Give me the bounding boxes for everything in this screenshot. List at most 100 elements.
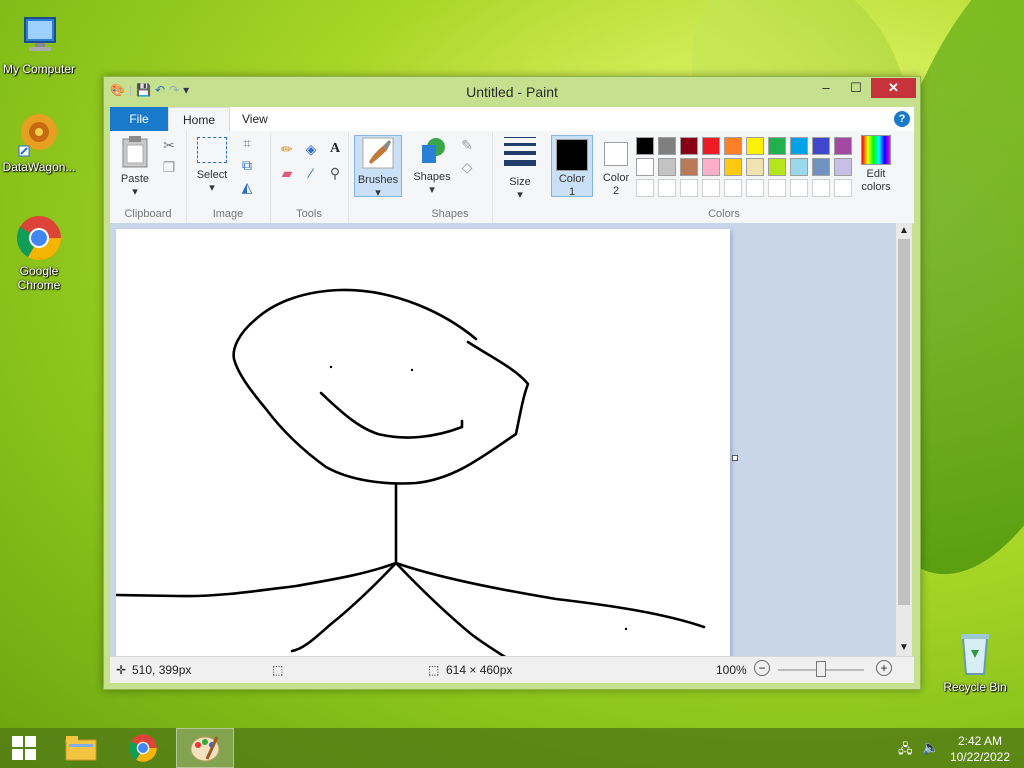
cut-icon[interactable]: ✂ bbox=[160, 137, 178, 153]
maximize-button[interactable]: ☐ bbox=[842, 78, 870, 98]
windows-logo-icon bbox=[12, 736, 36, 760]
color-swatch[interactable] bbox=[702, 137, 720, 155]
canvas-resize-handle[interactable] bbox=[732, 455, 738, 461]
close-button[interactable]: ✕ bbox=[871, 78, 916, 98]
zoom-out-icon[interactable]: − bbox=[754, 660, 770, 676]
color-swatch[interactable] bbox=[746, 179, 764, 197]
clock-time: 2:42 AM bbox=[957, 734, 1002, 748]
help-icon[interactable]: ? bbox=[894, 111, 910, 127]
folder-icon bbox=[65, 736, 97, 761]
color-swatch[interactable] bbox=[790, 158, 808, 176]
brushes-button[interactable]: Brushes ▾ bbox=[354, 135, 402, 199]
crop-icon[interactable]: ⌗ bbox=[238, 135, 256, 151]
drawing-canvas[interactable] bbox=[116, 229, 730, 656]
desktop-icon-my-computer[interactable]: My Computer bbox=[1, 12, 77, 76]
zoom-in-icon[interactable]: + bbox=[876, 660, 892, 676]
text-icon[interactable]: A bbox=[326, 141, 344, 157]
resize-icon[interactable]: ⧉ bbox=[238, 157, 256, 173]
tab-view[interactable]: View bbox=[228, 107, 282, 131]
color1-button[interactable]: Color 1 bbox=[551, 135, 593, 198]
fill-icon[interactable]: ◈ bbox=[302, 141, 320, 157]
clock-date: 10/22/2022 bbox=[949, 750, 1010, 764]
stick-figure-drawing bbox=[116, 288, 706, 656]
system-clock[interactable]: 2:42 AM 10/22/2022 bbox=[950, 733, 1010, 765]
chrome-icon bbox=[129, 734, 157, 762]
zoom-slider-thumb[interactable] bbox=[816, 661, 826, 677]
eraser-icon[interactable]: ▰ bbox=[278, 165, 296, 181]
magnifier-icon[interactable]: ⚲ bbox=[326, 165, 344, 181]
color-swatch[interactable] bbox=[724, 137, 742, 155]
tab-home[interactable]: Home bbox=[168, 107, 231, 132]
chrome-icon bbox=[15, 214, 63, 262]
color-swatch[interactable] bbox=[812, 137, 830, 155]
desktop-icon-google-chrome[interactable]: Google Chrome bbox=[1, 214, 77, 292]
color-swatch[interactable] bbox=[768, 158, 786, 176]
scroll-down-icon[interactable]: ▼ bbox=[896, 640, 912, 656]
color-swatch[interactable] bbox=[746, 137, 764, 155]
network-icon[interactable]: 🖧 bbox=[898, 740, 913, 762]
ribbon: Paste ▾ ✂ ❐ Clipboard Select ▾ ⌗ ⧉ ◭ Ima… bbox=[110, 131, 914, 224]
brush-icon bbox=[362, 137, 394, 169]
taskbar-paint[interactable] bbox=[176, 728, 234, 768]
color-swatch[interactable] bbox=[768, 179, 786, 197]
color2-label: Color 2 bbox=[602, 172, 630, 197]
desktop-icon-datawagon[interactable]: DataWagon... bbox=[1, 110, 77, 174]
scroll-up-icon[interactable]: ▲ bbox=[896, 223, 912, 239]
group-colors: Color 1 Color 2 Edit colors Colors bbox=[548, 131, 900, 223]
title-bar[interactable]: 🎨 | 💾 ↶ ↷ ▾ Untitled - Paint – ☐ ✕ bbox=[104, 77, 920, 107]
taskbar-file-explorer[interactable] bbox=[52, 728, 110, 768]
desktop-icon-recycle-bin[interactable]: Recycle Bin bbox=[937, 630, 1013, 694]
color2-button[interactable]: Color 2 bbox=[596, 135, 636, 197]
shape-fill-icon[interactable]: ◇ bbox=[458, 159, 476, 175]
select-button[interactable]: Select ▾ bbox=[192, 137, 232, 195]
tab-file[interactable]: File bbox=[110, 107, 168, 131]
color-swatch[interactable] bbox=[702, 158, 720, 176]
color-swatch[interactable] bbox=[658, 179, 676, 197]
scroll-thumb[interactable] bbox=[898, 239, 910, 605]
edit-colors-label: Edit colors bbox=[861, 168, 891, 193]
color-swatch[interactable] bbox=[834, 137, 852, 155]
color-swatch[interactable] bbox=[658, 158, 676, 176]
copy-icon[interactable]: ❐ bbox=[160, 159, 178, 175]
size-button[interactable]: Size ▾ bbox=[500, 137, 540, 202]
color-swatch[interactable] bbox=[658, 137, 676, 155]
group-clipboard: Paste ▾ ✂ ❐ Clipboard bbox=[110, 131, 187, 223]
color-swatch[interactable] bbox=[790, 137, 808, 155]
color-swatch[interactable] bbox=[724, 179, 742, 197]
color-swatch[interactable] bbox=[768, 137, 786, 155]
shapes-label: Shapes bbox=[413, 171, 451, 183]
color-swatch[interactable] bbox=[680, 158, 698, 176]
vertical-scrollbar[interactable]: ▲ ▼ bbox=[896, 223, 912, 656]
color-swatch[interactable] bbox=[812, 179, 830, 197]
color-swatch[interactable] bbox=[724, 158, 742, 176]
outline-icon[interactable]: ✎ bbox=[458, 137, 476, 153]
color-swatch[interactable] bbox=[636, 137, 654, 155]
desktop-icon-label: Google Chrome bbox=[17, 264, 61, 292]
taskbar-chrome[interactable] bbox=[114, 728, 172, 768]
volume-icon[interactable]: 🔈 bbox=[922, 739, 939, 756]
color-swatch[interactable] bbox=[680, 179, 698, 197]
rotate-icon[interactable]: ◭ bbox=[238, 179, 256, 195]
color-swatch[interactable] bbox=[834, 158, 852, 176]
minimize-button[interactable]: – bbox=[812, 78, 840, 98]
pencil-icon[interactable]: ✏ bbox=[278, 141, 296, 157]
edit-colors-button[interactable]: Edit colors bbox=[856, 135, 896, 194]
color-swatch[interactable] bbox=[746, 158, 764, 176]
cursor-position: 510, 399px bbox=[132, 663, 192, 677]
group-label: Image bbox=[212, 208, 244, 220]
desktop-icon-label: Recycle Bin bbox=[943, 680, 1007, 694]
shapes-button[interactable]: Shapes ▾ bbox=[412, 135, 452, 197]
color-swatch[interactable] bbox=[790, 179, 808, 197]
paste-button[interactable]: Paste ▾ bbox=[116, 135, 154, 199]
start-button[interactable] bbox=[0, 728, 48, 768]
color-picker-icon[interactable]: ⁄ bbox=[302, 165, 320, 181]
paste-label: Paste bbox=[120, 173, 150, 185]
color-swatch[interactable] bbox=[680, 137, 698, 155]
color-swatch[interactable] bbox=[636, 158, 654, 176]
color-swatch[interactable] bbox=[812, 158, 830, 176]
group-label: Clipboard bbox=[124, 208, 172, 220]
color-swatch[interactable] bbox=[834, 179, 852, 197]
color-swatch[interactable] bbox=[636, 179, 654, 197]
color-swatch[interactable] bbox=[702, 179, 720, 197]
selection-size-icon: ⬚ bbox=[272, 663, 284, 677]
